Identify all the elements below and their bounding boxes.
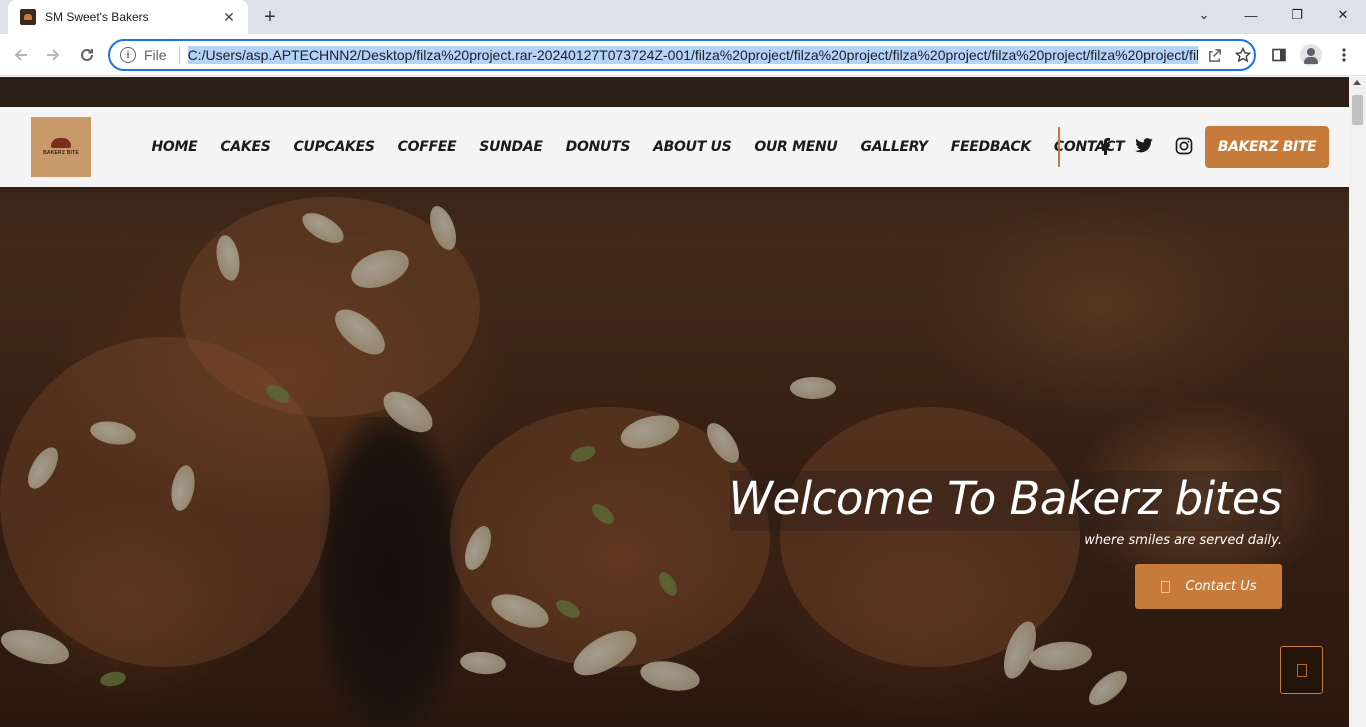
close-window-button[interactable]: ✕: [1320, 0, 1366, 30]
back-arrow-icon[interactable]: [8, 42, 34, 68]
bookmark-star-icon[interactable]: [1232, 44, 1254, 66]
nav-coffee[interactable]: COFFEE: [398, 139, 457, 155]
tab-close-icon[interactable]: ✕: [220, 8, 238, 26]
address-divider: [178, 46, 180, 64]
nav-divider: [1058, 127, 1060, 167]
site-header: BAKERZ BITE HOME CAKES CUPCAKES COFFEE S…: [0, 107, 1349, 187]
nav-feedback[interactable]: FEEDBACK: [951, 139, 1031, 155]
minimize-button[interactable]: —: [1228, 0, 1274, 30]
nav-sundae[interactable]: SUNDAE: [479, 139, 543, 155]
logo-text: BAKERZ BITE: [43, 150, 79, 156]
address-scheme-label: File: [144, 47, 167, 63]
logo-cake-icon: [51, 138, 71, 148]
tab-search-chevron-icon[interactable]: ⌄: [1181, 0, 1227, 30]
back-to-top-button[interactable]: [1280, 646, 1323, 694]
side-panel-icon[interactable]: [1267, 43, 1291, 67]
bakerz-bite-button[interactable]: BAKERZ BITE: [1205, 126, 1329, 168]
site-info-icon[interactable]: i: [120, 47, 136, 63]
arrow-up-icon: [1296, 663, 1307, 677]
forward-arrow-icon[interactable]: [40, 42, 66, 68]
new-tab-button[interactable]: +: [258, 5, 282, 29]
nav-cakes[interactable]: CAKES: [220, 139, 270, 155]
nav-cupcakes[interactable]: CUPCAKES: [294, 139, 375, 155]
contact-us-label: Contact Us: [1185, 579, 1257, 594]
tab-title: SM Sweet's Bakers: [45, 10, 149, 24]
scroll-up-arrow-icon[interactable]: [1353, 80, 1361, 85]
nav-donuts[interactable]: DONUTS: [566, 139, 631, 155]
nav-home[interactable]: HOME: [152, 139, 198, 155]
browser-tab[interactable]: SM Sweet's Bakers ✕: [8, 0, 248, 34]
contact-us-button[interactable]: Contact Us: [1135, 564, 1282, 609]
maximize-button[interactable]: ❐: [1274, 0, 1320, 30]
nav-our-menu[interactable]: OUR MENU: [754, 139, 837, 155]
page-scrollbar[interactable]: [1349, 77, 1366, 727]
reload-icon[interactable]: [74, 42, 100, 68]
instagram-icon[interactable]: [1173, 135, 1195, 157]
site-logo[interactable]: BAKERZ BITE: [31, 117, 91, 177]
page-viewport: BAKERZ BITE HOME CAKES CUPCAKES COFFEE S…: [0, 77, 1349, 727]
nav-about-us[interactable]: ABOUT US: [653, 139, 732, 155]
facebook-icon[interactable]: [1094, 135, 1116, 157]
address-bar[interactable]: i File C:/Users/asp.APTECHNN2/Desktop/fi…: [108, 39, 1256, 71]
phone-icon: [1160, 580, 1170, 593]
hero-tagline: where smiles are served daily.: [1084, 533, 1282, 548]
address-url-text[interactable]: C:/Users/asp.APTECHNN2/Desktop/filza%20p…: [187, 46, 1198, 64]
main-nav: HOME CAKES CUPCAKES COFFEE SUNDAE DONUTS…: [140, 107, 1136, 187]
browser-menu-icon[interactable]: [1332, 43, 1356, 67]
scrollbar-thumb[interactable]: [1352, 95, 1363, 125]
twitter-icon[interactable]: [1133, 135, 1155, 157]
browser-toolbar: i File C:/Users/asp.APTECHNN2/Desktop/fi…: [0, 34, 1366, 76]
share-icon[interactable]: [1204, 44, 1226, 66]
nav-gallery[interactable]: GALLERY: [861, 139, 929, 155]
hero-heading: Welcome To Bakerz bites: [728, 472, 1282, 525]
browser-tabstrip: SM Sweet's Bakers ✕ + ⌄ — ❐ ✕: [0, 0, 1366, 34]
profile-avatar-icon[interactable]: [1299, 43, 1323, 67]
site-favicon-icon: [20, 9, 36, 25]
